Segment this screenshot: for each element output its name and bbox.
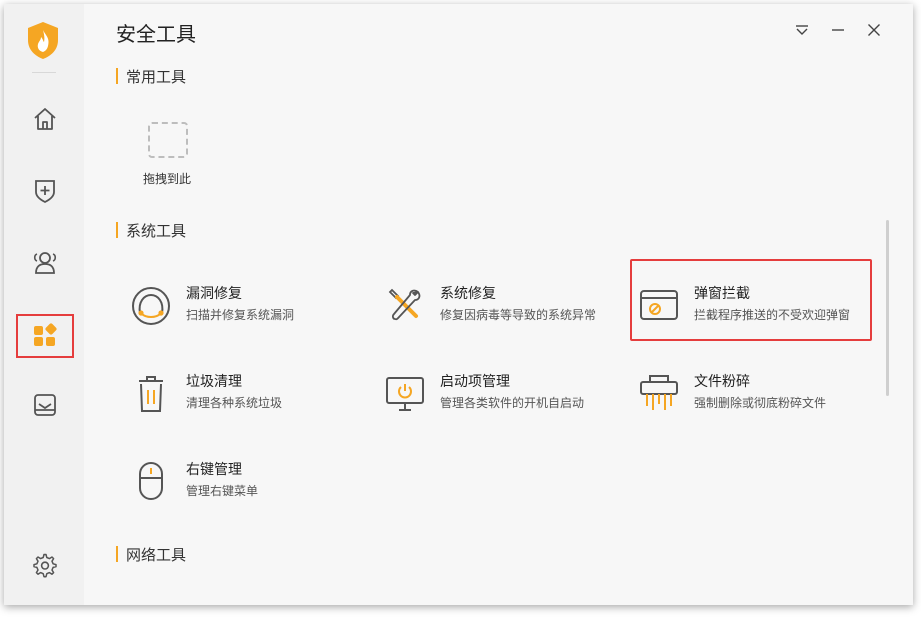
tool-name: 系统修复 (440, 286, 496, 302)
drop-target-label: 拖拽到此 (142, 172, 191, 186)
tool-name: 漏洞修复 (186, 286, 242, 302)
tool-system-repair[interactable]: 系统修复 修复因病毒等导致的系统异常 (384, 280, 624, 330)
scrollbar[interactable] (886, 220, 889, 396)
shredder-icon (640, 375, 678, 410)
tool-popup-block[interactable]: 弹窗拦截 拦截程序推送的不受欢迎弹窗 (638, 280, 878, 330)
section-title-common: 常用工具 (116, 66, 186, 87)
shield-plus-icon (35, 180, 55, 203)
dropdown-menu-icon (796, 25, 808, 35)
sidebar-item-tray[interactable] (16, 384, 74, 426)
apps-icon (34, 323, 57, 346)
main-panel: 安全工具 常用工具 拖拽到此 系统工具 漏洞修复 扫描并修复系统漏洞 系统修复 … (84, 4, 913, 605)
popup-block-icon (640, 290, 678, 320)
tool-name: 启动项管理 (440, 374, 510, 390)
trash-icon (139, 376, 163, 412)
minimize-icon (832, 29, 844, 31)
tool-name: 弹窗拦截 (694, 286, 750, 302)
app-logo-icon (26, 20, 60, 60)
home-icon (34, 108, 56, 130)
drop-target[interactable] (148, 122, 188, 158)
tool-desc: 拦截程序推送的不受欢迎弹窗 (694, 308, 851, 322)
tool-file-shredder[interactable]: 文件粉碎 强制删除或彻底粉碎文件 (638, 368, 878, 418)
vulnerability-repair-icon (132, 287, 170, 325)
tool-desc: 扫描并修复系统漏洞 (186, 308, 295, 322)
close-icon (868, 24, 880, 36)
app-window: 安全工具 常用工具 拖拽到此 系统工具 漏洞修复 扫描并修复系统漏洞 系统修复 … (4, 4, 913, 605)
startup-monitor-icon (386, 377, 424, 411)
tool-context-menu[interactable]: 右键管理 管理右键菜单 (130, 456, 370, 506)
sidebar-divider (32, 72, 56, 73)
tool-desc: 管理右键菜单 (186, 484, 259, 498)
section-title-network: 网络工具 (116, 544, 186, 565)
sidebar (4, 4, 84, 605)
settings-button[interactable] (16, 545, 74, 587)
users-icon (33, 252, 57, 274)
sidebar-item-home[interactable] (16, 98, 74, 140)
minimize-button[interactable] (828, 20, 848, 40)
tool-name: 垃圾清理 (186, 374, 242, 390)
tool-desc: 修复因病毒等导致的系统异常 (440, 308, 597, 322)
page-title: 安全工具 (116, 22, 196, 46)
gear-icon (33, 553, 57, 578)
tool-trash-clean[interactable]: 垃圾清理 清理各种系统垃圾 (130, 368, 370, 418)
close-button[interactable] (864, 20, 884, 40)
tool-name: 右键管理 (186, 462, 242, 478)
section-title-system: 系统工具 (116, 220, 186, 241)
tray-icon (34, 394, 56, 416)
sidebar-item-protection[interactable] (16, 169, 74, 211)
sidebar-item-users[interactable] (16, 241, 74, 283)
mouse-icon (139, 462, 163, 500)
tool-name: 文件粉碎 (694, 374, 750, 390)
system-repair-icon (388, 288, 421, 321)
tool-desc: 管理各类软件的开机自启动 (440, 396, 585, 410)
tool-desc: 清理各种系统垃圾 (186, 396, 283, 410)
tool-startup-manager[interactable]: 启动项管理 管理各类软件的开机自启动 (384, 368, 624, 418)
tool-vulnerability-repair[interactable]: 漏洞修复 扫描并修复系统漏洞 (130, 280, 370, 330)
tool-desc: 强制删除或彻底粉碎文件 (694, 396, 827, 410)
menu-dropdown-button[interactable] (792, 20, 812, 40)
sidebar-item-apps[interactable] (16, 314, 74, 358)
